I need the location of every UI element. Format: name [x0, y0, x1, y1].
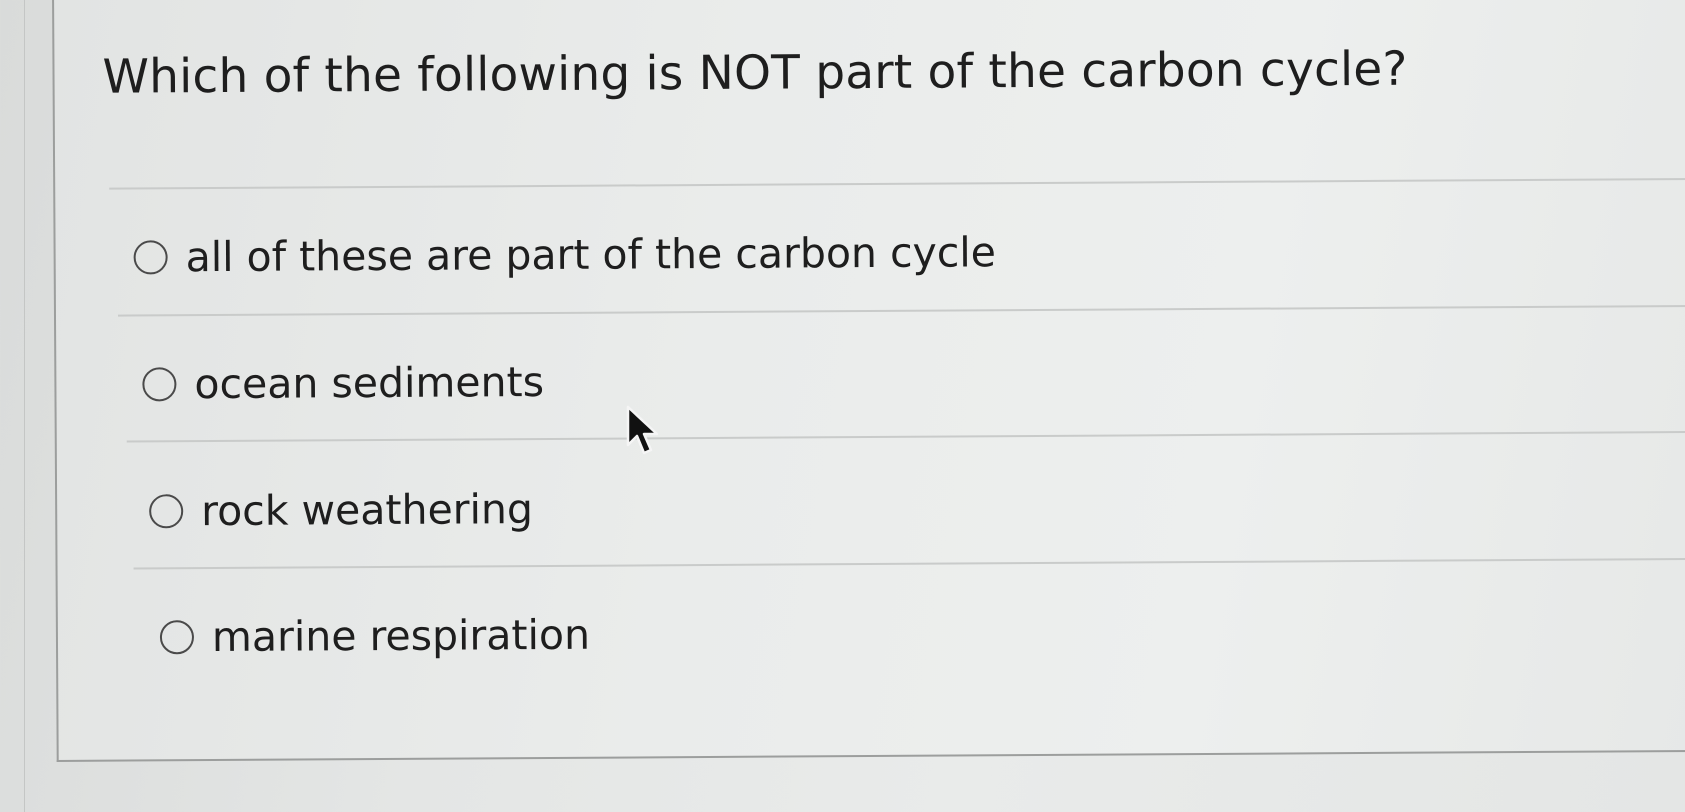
answer-option-marine-respiration[interactable]: marine respiration: [159, 610, 591, 662]
radio-button[interactable]: [142, 367, 177, 402]
answer-option-rock-weathering[interactable]: rock weathering: [149, 485, 533, 535]
page-edge-line: [24, 0, 25, 812]
question-text: Which of the following is NOT part of th…: [102, 41, 1408, 105]
mouse-pointer-icon: [626, 405, 659, 455]
answer-option-ocean-sediments[interactable]: ocean sediments: [142, 358, 544, 408]
answer-label: rock weathering: [201, 485, 534, 536]
divider: [117, 304, 1685, 317]
radio-button[interactable]: [159, 620, 195, 655]
divider: [133, 557, 1685, 570]
answer-label: marine respiration: [211, 610, 591, 662]
divider: [126, 430, 1685, 443]
question-card: Which of the following is NOT part of th…: [52, 0, 1685, 762]
answer-option-all-of-these[interactable]: all of these are part of the carbon cycl…: [133, 228, 996, 281]
radio-button[interactable]: [149, 494, 184, 529]
answer-label: all of these are part of the carbon cycl…: [185, 228, 997, 282]
divider: [109, 177, 1685, 190]
answer-label: ocean sediments: [194, 358, 545, 409]
radio-button[interactable]: [133, 240, 168, 275]
